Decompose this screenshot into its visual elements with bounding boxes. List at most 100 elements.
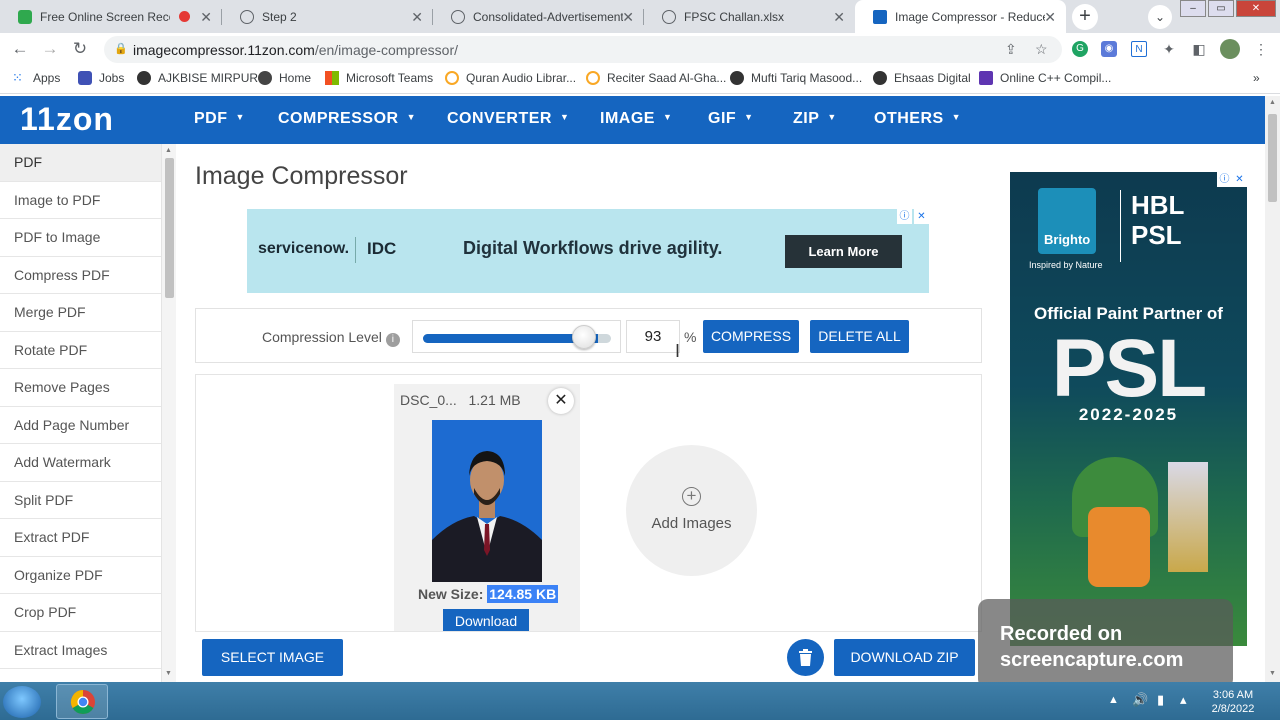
menu-compressor[interactable]: COMPRESSOR ▼ [278,110,416,128]
grammarly-extension-icon[interactable]: G [1072,41,1088,57]
ad-close-icon[interactable]: ✕ [914,209,929,224]
bookmark-microsoft-teams[interactable]: Microsoft Teams [325,71,433,85]
sidebar-item-organize-pdf[interactable]: Organize PDF [0,557,161,594]
n-extension-icon[interactable]: N [1131,41,1147,57]
bookmark-mufti-tariq[interactable]: Mufti Tariq Masood... [730,71,862,85]
delete-all-trash-button[interactable] [787,639,824,676]
sidebar-item-remove-pages[interactable]: Remove Pages [0,369,161,407]
camera-extension-icon[interactable]: ◉ [1101,41,1117,57]
side-panel-icon[interactable]: ◧ [1191,41,1207,57]
bookmark-online-cpp[interactable]: Online C++ Compil... [979,71,1111,85]
browser-tab[interactable]: Consolidated-Advertisement-0 ✕ [433,0,644,33]
browser-tab[interactable]: Step 2 ✕ [222,0,433,33]
bookmark-apps[interactable]: ⁙ Apps [12,71,60,86]
side-advertisement[interactable]: Brighto Inspired by Nature HBL PSL Offic… [1010,172,1247,646]
bookmark-reciter-saad[interactable]: Reciter Saad Al-Gha... [586,71,726,85]
signal-icon[interactable]: ▴ [1180,692,1187,708]
menu-converter[interactable]: CONVERTER ▼ [447,110,569,128]
close-tab-icon[interactable]: ✕ [200,9,212,26]
menu-pdf[interactable]: PDF ▼ [194,110,245,128]
download-zip-button[interactable]: DOWNLOAD ZIP [834,639,975,676]
network-icon[interactable]: ▮ [1157,692,1164,708]
sidebar-item-pdf-to[interactable]: PDF to ... [0,669,161,682]
scroll-up-icon[interactable]: ▲ [1269,99,1276,106]
bookmark-quran-audio[interactable]: Quran Audio Librar... [445,71,576,85]
sidebar-item-split-pdf[interactable]: Split PDF [0,482,161,519]
bookmark-ajkbise[interactable]: AJKBISE MIRPUR [137,71,258,85]
add-images-button[interactable]: + Add Images [626,445,757,576]
menu-image[interactable]: IMAGE ▼ [600,110,672,128]
close-window-button[interactable]: ✕ [1236,0,1276,17]
info-icon[interactable]: i [385,333,400,347]
bookmark-jobs[interactable]: Jobs [78,71,124,85]
close-tab-icon[interactable]: ✕ [411,9,423,26]
image-thumbnail[interactable] [432,420,542,582]
back-button[interactable]: ← [10,39,30,59]
taskbar-clock[interactable]: 3:06 AM 2/8/2022 [1205,688,1261,716]
top-advertisement[interactable]: servicenow. IDC Digital Workflows drive … [247,209,929,293]
ad-info-icon[interactable]: ⓘ [1217,172,1232,187]
sidebar-item-image-to-pdf[interactable]: Image to PDF [0,182,161,219]
show-hidden-icons[interactable]: ▲ [1108,694,1119,706]
bookmarks-overflow-icon[interactable]: » [1253,71,1260,85]
sidebar-item-extract-images[interactable]: Extract Images [0,632,161,669]
new-tab-button[interactable]: + [1072,4,1098,30]
ad-info-icon[interactable]: ⓘ [897,209,912,224]
site-logo[interactable]: 11zon [20,101,114,138]
sidebar-scrollbar[interactable]: ▲ ▼ [162,144,176,682]
page-scroll-thumb[interactable] [1268,114,1277,202]
close-tab-icon[interactable]: ✕ [833,9,845,26]
sidebar-item-extract-pdf[interactable]: Extract PDF [0,519,161,557]
menu-zip[interactable]: ZIP ▼ [793,110,837,128]
bookmark-star-icon[interactable]: ☆ [1035,41,1048,58]
address-bar[interactable]: 🔒 imagecompressor.11zon.com/en/image-com… [104,36,1062,63]
sidebar-item-pdf-to-image[interactable]: PDF to Image [0,219,161,257]
slider-handle[interactable] [571,325,596,349]
remove-image-button[interactable]: ✕ [548,388,574,414]
scroll-down-icon[interactable]: ▼ [165,670,172,677]
sidebar-item-add-watermark[interactable]: Add Watermark [0,444,161,482]
tab-search-button[interactable]: ⌄ [1148,5,1172,29]
sidebar-item-crop-pdf[interactable]: Crop PDF [0,594,161,632]
download-button[interactable]: Download [443,609,529,633]
share-icon[interactable]: ⇪ [1005,41,1017,58]
forward-button[interactable]: → [40,39,60,59]
scroll-up-icon[interactable]: ▲ [165,147,172,154]
minimize-button[interactable]: – [1180,0,1206,17]
close-tab-icon[interactable]: ✕ [1044,9,1056,26]
compress-button[interactable]: COMPRESS [703,320,799,353]
browser-tab-active[interactable]: Image Compressor - Reduce I ✕ [855,0,1066,33]
bookmark-ehsaas[interactable]: Ehsaas Digital [873,71,971,85]
taskbar-chrome-button[interactable] [56,684,108,719]
menu-gif[interactable]: GIF ▼ [708,110,754,128]
select-image-button[interactable]: SELECT IMAGE [202,639,343,676]
browser-tab[interactable]: Free Online Screen Record ✕ [0,0,222,33]
bookmark-home[interactable]: Home [258,71,311,85]
extensions-puzzle-icon[interactable]: ✦ [1161,41,1177,57]
ad-learn-more-button[interactable]: Learn More [785,235,902,268]
chrome-menu-icon[interactable]: ⋮ [1253,41,1269,57]
sidebar-item-pdf[interactable]: PDF [0,144,161,182]
sidebar-item-add-page-number[interactable]: Add Page Number [0,407,161,444]
ad-close-icon[interactable]: ✕ [1232,172,1247,187]
sidebar-item-rotate-pdf[interactable]: Rotate PDF [0,332,161,369]
browser-tab[interactable]: FPSC Challan.xlsx ✕ [644,0,855,33]
scroll-down-icon[interactable]: ▼ [1269,670,1276,677]
sidebar: PDF Image to PDF PDF to Image Compress P… [0,144,162,682]
url-text[interactable]: imagecompressor.11zon.com/en/image-compr… [133,42,458,58]
profile-avatar[interactable] [1220,39,1240,59]
delete-all-button[interactable]: DELETE ALL [810,320,909,353]
page-scrollbar[interactable]: ▲ ▼ [1265,96,1280,682]
sidebar-item-merge-pdf[interactable]: Merge PDF [0,294,161,332]
clock-time: 3:06 AM [1212,689,1254,701]
compression-value-input[interactable]: 93 [626,320,680,353]
menu-others[interactable]: OTHERS ▼ [874,110,961,128]
sidebar-scroll-thumb[interactable] [165,158,174,298]
reload-button[interactable]: ↻ [70,39,90,59]
windows-start-button[interactable] [3,686,41,718]
compression-slider[interactable] [412,320,621,353]
maximize-button[interactable]: ▭ [1208,0,1234,17]
sidebar-item-compress-pdf[interactable]: Compress PDF [0,257,161,294]
close-tab-icon[interactable]: ✕ [622,9,634,26]
volume-icon[interactable]: 🔊 [1132,692,1148,708]
